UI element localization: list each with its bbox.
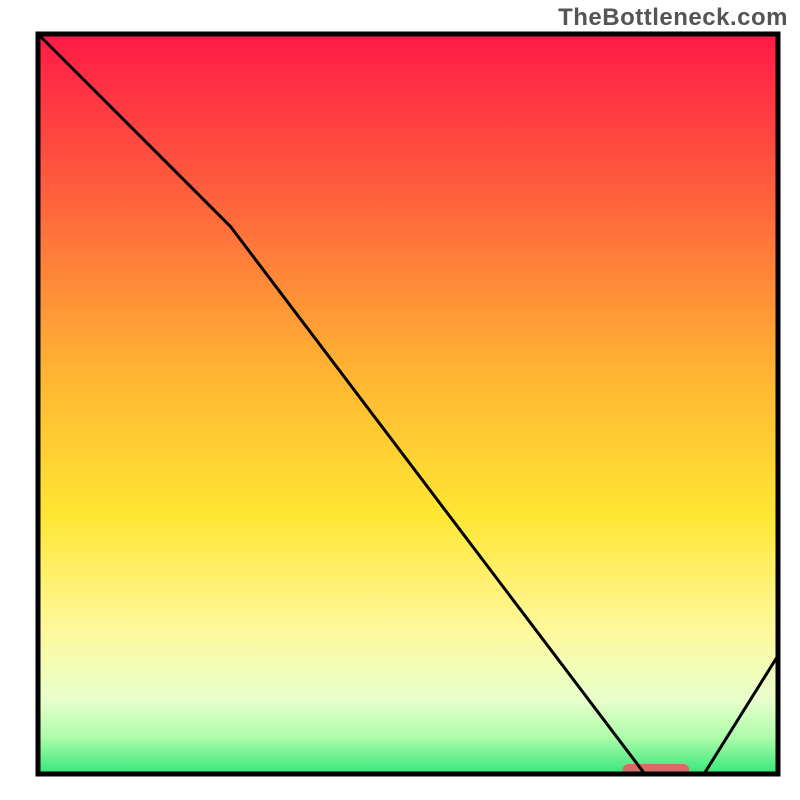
- chart-container: TheBottleneck.com: [0, 0, 800, 800]
- bottleneck-chart: [0, 0, 800, 800]
- watermark-text: TheBottleneck.com: [558, 4, 788, 32]
